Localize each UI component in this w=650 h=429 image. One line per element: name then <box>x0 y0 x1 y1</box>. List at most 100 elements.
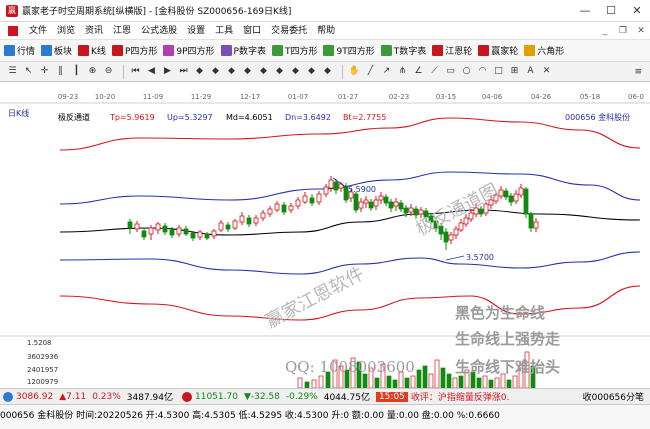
candle-body <box>267 208 273 215</box>
toolbar-menu-icon[interactable]: ≡ <box>634 67 642 77</box>
diamond-2-icon[interactable]: ◆ <box>209 65 222 78</box>
line-icon[interactable]: ╱ <box>364 65 377 78</box>
arc-icon[interactable]: ◠ <box>476 65 489 78</box>
alert-text[interactable]: 收000656分笔 <box>583 390 644 403</box>
volume-bar <box>512 375 518 389</box>
minimize-button[interactable]: — <box>572 1 598 21</box>
menu-info[interactable]: 资讯 <box>80 22 108 40</box>
toolbar-button-1[interactable]: 板块 <box>41 44 72 57</box>
volume-bar <box>500 373 506 389</box>
square-icon[interactable]: □ <box>492 65 505 78</box>
cursor-icon[interactable]: ↖ <box>22 65 35 78</box>
fork-icon[interactable]: ⋔ <box>396 65 409 78</box>
circle-icon[interactable]: ○ <box>460 65 473 78</box>
menu-help[interactable]: 帮助 <box>312 22 340 40</box>
toolbar-button-3[interactable]: P四方形 <box>111 44 157 57</box>
toolbar-button-4[interactable]: 9P四方形 <box>163 44 215 57</box>
menu-settings[interactable]: 设置 <box>182 22 210 40</box>
menu-file[interactable]: 文件 <box>24 22 52 40</box>
candle-body <box>218 222 224 231</box>
candle-icon[interactable]: ┃ <box>70 65 83 78</box>
zoom-in-icon[interactable]: ⊕ <box>86 65 99 78</box>
diamond-7-icon[interactable]: ◆ <box>289 65 302 78</box>
toolbar-label-11: 六角形 <box>537 47 565 57</box>
volume-bar <box>458 375 464 389</box>
menu-trade[interactable]: 交易委托 <box>266 22 312 40</box>
menu-formula[interactable]: 公式选股 <box>136 22 182 40</box>
candle-body <box>148 227 154 235</box>
diamond-6-icon[interactable]: ◆ <box>273 65 286 78</box>
volume-bar <box>506 379 512 389</box>
diamond-9-icon[interactable]: ◆ <box>321 65 334 78</box>
next-icon[interactable]: ▶ <box>161 65 174 78</box>
candle-body <box>134 223 140 230</box>
menu-tools[interactable]: 工具 <box>210 22 238 40</box>
candle-body <box>353 193 359 211</box>
mdi-restore-icon[interactable]: ❐ <box>614 26 632 36</box>
candle-body <box>513 193 519 202</box>
menu-browse[interactable]: 浏览 <box>52 22 80 40</box>
toolbar-button-11[interactable]: 六角形 <box>524 44 564 57</box>
candle-body <box>413 208 419 216</box>
candle-body <box>176 227 182 235</box>
crosshair-icon[interactable]: ✛ <box>38 65 51 78</box>
kline-chart[interactable]: 09-23 10-20 11-09 11-29 12-17 01-07 01-27 02-23… <box>0 82 650 389</box>
toolbar-icon-8 <box>380 45 392 56</box>
text-icon[interactable]: A <box>524 65 537 78</box>
toolbar-button-2[interactable]: K线 <box>78 44 106 57</box>
toolbar-button-8[interactable]: T数字表 <box>380 44 426 57</box>
candle-body <box>398 202 404 210</box>
legend-item-3: Md=4.6051 <box>226 113 273 122</box>
last-icon[interactable]: ⏭ <box>177 65 190 78</box>
candle-body <box>288 205 294 211</box>
toolbar-button-6[interactable]: T四方形 <box>271 44 318 57</box>
trend-icon[interactable]: ↗ <box>380 65 393 78</box>
toolbar-button-0[interactable]: 行情 <box>4 44 35 57</box>
volume-tick: 2401957 <box>27 366 58 374</box>
menu-window[interactable]: 窗口 <box>238 22 266 40</box>
diamond-1-icon[interactable]: ◆ <box>193 65 206 78</box>
candle-body <box>211 230 217 237</box>
mdi-close-icon[interactable]: ✕ <box>632 26 650 36</box>
hand-icon[interactable]: ✋ <box>348 65 361 78</box>
toolbar-label-6: T四方形 <box>284 47 318 57</box>
news-ticker[interactable]: 收评：沪指缩量反弹涨0. <box>411 390 510 403</box>
maximize-button[interactable]: ☐ <box>598 1 624 21</box>
candle-body <box>533 221 539 229</box>
toolbar-button-9[interactable]: 江恩轮 <box>432 44 472 57</box>
grid-square-icon[interactable]: ⊞ <box>508 65 521 78</box>
sz-index-change: ▼-32.58 <box>243 391 280 402</box>
candle-body <box>127 221 133 229</box>
diamond-5-icon[interactable]: ◆ <box>257 65 270 78</box>
time-badge: 15:05 <box>375 391 408 402</box>
menu-gann[interactable]: 江恩 <box>108 22 136 40</box>
first-icon[interactable]: ⏮ <box>129 65 142 78</box>
fan-icon[interactable]: ⟋ <box>428 65 441 78</box>
toolbar-button-7[interactable]: 9T四方形 <box>323 44 375 57</box>
diamond-8-icon[interactable]: ◆ <box>305 65 318 78</box>
candle-body <box>169 229 175 236</box>
bar-icon[interactable]: ‖ <box>54 65 67 78</box>
toolbar-icon-10 <box>478 45 490 56</box>
angle-icon[interactable]: ∠ <box>412 65 425 78</box>
delete-icon[interactable]: ✕ <box>540 65 553 78</box>
diamond-3-icon[interactable]: ◆ <box>225 65 238 78</box>
close-button[interactable]: ✕ <box>624 1 650 21</box>
candle-body <box>373 199 379 207</box>
zoom-out-icon[interactable]: ⊖ <box>102 65 115 78</box>
candle-body <box>260 212 266 219</box>
toolbar-button-5[interactable]: P数字表 <box>220 44 266 57</box>
diamond-4-icon[interactable]: ◆ <box>241 65 254 78</box>
sh-index-change: ▲7.11 <box>59 391 87 402</box>
mdi-minimize-icon[interactable]: _ <box>596 26 614 36</box>
chart-area[interactable]: 09-23 10-20 11-09 11-29 12-17 01-07 01-27 02-23… <box>0 82 650 389</box>
prev-icon[interactable]: ◀ <box>145 65 158 78</box>
toolbar-separator <box>342 64 343 79</box>
box-icon[interactable]: ▭ <box>444 65 457 78</box>
candle-body <box>281 204 287 213</box>
sz-index-value: 11051.70 <box>195 391 238 402</box>
toolbar-button-10[interactable]: 赢家轮 <box>478 44 518 57</box>
grid-icon[interactable]: ☰ <box>6 65 19 78</box>
toolbar-icon-0 <box>4 45 15 56</box>
slogan-line-1: 黑色为生命线 <box>455 304 545 322</box>
